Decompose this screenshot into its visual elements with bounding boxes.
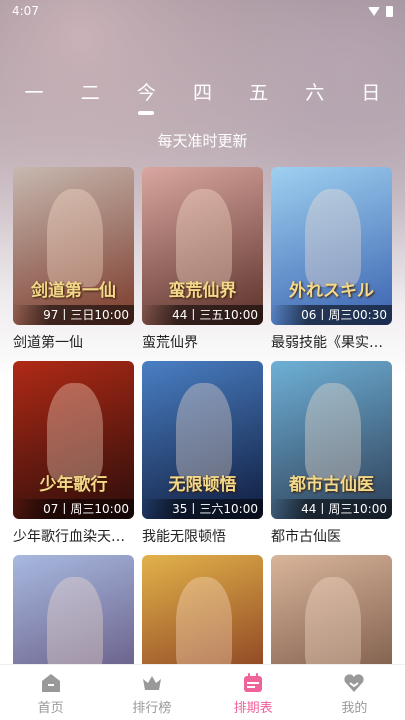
card-title: 都市古仙医 (271, 529, 341, 545)
day-tab-sun[interactable]: 日 (351, 80, 391, 120)
character-figure (46, 383, 103, 482)
update-subtitle: 每天准时更新 (157, 132, 248, 150)
episode-badge: 07丨周三10:00 (13, 499, 134, 519)
tab-label: 排行榜 (132, 701, 172, 716)
status-icons (368, 5, 393, 17)
poster-image: 少年歌行 07丨周三10:00 (13, 361, 134, 519)
character-figure (46, 577, 103, 676)
tab-schedule[interactable]: 排期表 (213, 665, 293, 720)
poster-title-art: 都市古仙医 (289, 475, 374, 495)
episode-badge: 06丨周三00:30 (271, 305, 392, 325)
episode-badge: 35丨三六10:00 (142, 499, 263, 519)
episode-badge: 44丨周三10:00 (271, 499, 392, 519)
card-title: 少年歌行血染天… (13, 529, 125, 545)
card-title: 蛮荒仙界 (142, 335, 198, 351)
card-title: 最弱技能《果实… (271, 335, 383, 351)
poster-image: 剑道第一仙 97丨三日10:00 (13, 167, 134, 325)
day-tab-thu[interactable]: 四 (182, 80, 222, 120)
poster-title-art: 无限顿悟 (168, 475, 237, 495)
character-figure (46, 189, 103, 288)
weekday-tabs: 一 二 今 四 五 六 日 (0, 80, 405, 120)
day-tab-sat[interactable]: 六 (295, 80, 335, 120)
poster-title-art: 外れスキル (289, 281, 374, 301)
anime-card[interactable]: 少年歌行 07丨周三10:00 少年歌行血染天… (13, 361, 134, 555)
poster-image: 外れスキル 06丨周三00:30 (271, 167, 392, 325)
tab-ranking[interactable]: 排行榜 (112, 665, 192, 720)
poster-title-art: 剑道第一仙 (31, 281, 116, 301)
calendar-icon (244, 673, 263, 692)
day-tab-label: 日 (361, 82, 381, 104)
character-figure (175, 577, 232, 676)
card-title: 我能无限顿悟 (142, 529, 226, 545)
day-tab-tue[interactable]: 二 (70, 80, 110, 120)
heart-icon (344, 674, 365, 692)
wifi-icon (368, 6, 380, 16)
anime-card[interactable]: 剑道第一仙 97丨三日10:00 剑道第一仙 (13, 167, 134, 361)
character-figure (304, 577, 361, 676)
bottom-tab-bar: 首页 排行榜 排期表 我的 (0, 664, 405, 720)
poster-image: 蛮荒仙界 44丨三五10:00 (142, 167, 263, 325)
tab-profile[interactable]: 我的 (314, 665, 394, 720)
status-time: 4:07 (12, 4, 39, 18)
day-tab-fri[interactable]: 五 (239, 80, 279, 120)
poster-title-art: 蛮荒仙界 (168, 281, 237, 301)
status-bar: 4:07 (0, 0, 405, 22)
day-tab-label: 四 (192, 82, 212, 104)
active-indicator (138, 111, 155, 115)
day-tab-label: 今 (136, 82, 156, 104)
episode-badge: 44丨三五10:00 (142, 305, 263, 325)
tab-home[interactable]: 首页 (11, 665, 91, 720)
day-tab-today[interactable]: 今 (126, 80, 166, 120)
episode-badge: 97丨三日10:00 (13, 305, 134, 325)
poster-image: 都市古仙医 44丨周三10:00 (271, 361, 392, 519)
tab-label: 我的 (341, 701, 368, 716)
anime-card[interactable]: 无限顿悟 35丨三六10:00 我能无限顿悟 (142, 361, 263, 555)
tab-label: 首页 (37, 701, 64, 716)
battery-icon (386, 5, 393, 17)
day-tab-label: 一 (24, 82, 44, 104)
anime-card[interactable]: 蛮荒仙界 44丨三五10:00 蛮荒仙界 (142, 167, 263, 361)
anime-card[interactable]: 外れスキル 06丨周三00:30 最弱技能《果实… (271, 167, 392, 361)
poster-image: 无限顿悟 35丨三六10:00 (142, 361, 263, 519)
poster-title-art: 少年歌行 (39, 475, 108, 495)
day-tab-label: 五 (249, 82, 269, 104)
day-tab-mon[interactable]: 一 (14, 80, 54, 120)
character-figure (304, 189, 361, 288)
character-figure (175, 383, 232, 482)
day-tab-label: 六 (305, 82, 325, 104)
character-figure (304, 383, 361, 482)
crown-icon (142, 676, 161, 690)
character-figure (175, 189, 232, 288)
day-tab-label: 二 (80, 82, 100, 104)
home-icon (41, 674, 60, 692)
schedule-grid: 剑道第一仙 97丨三日10:00 剑道第一仙 蛮荒仙界 44丨三五10:00 蛮荒仙… (13, 167, 393, 720)
tab-label: 排期表 (233, 701, 273, 716)
card-title: 剑道第一仙 (13, 335, 83, 351)
anime-card[interactable]: 都市古仙医 44丨周三10:00 都市古仙医 (271, 361, 392, 555)
